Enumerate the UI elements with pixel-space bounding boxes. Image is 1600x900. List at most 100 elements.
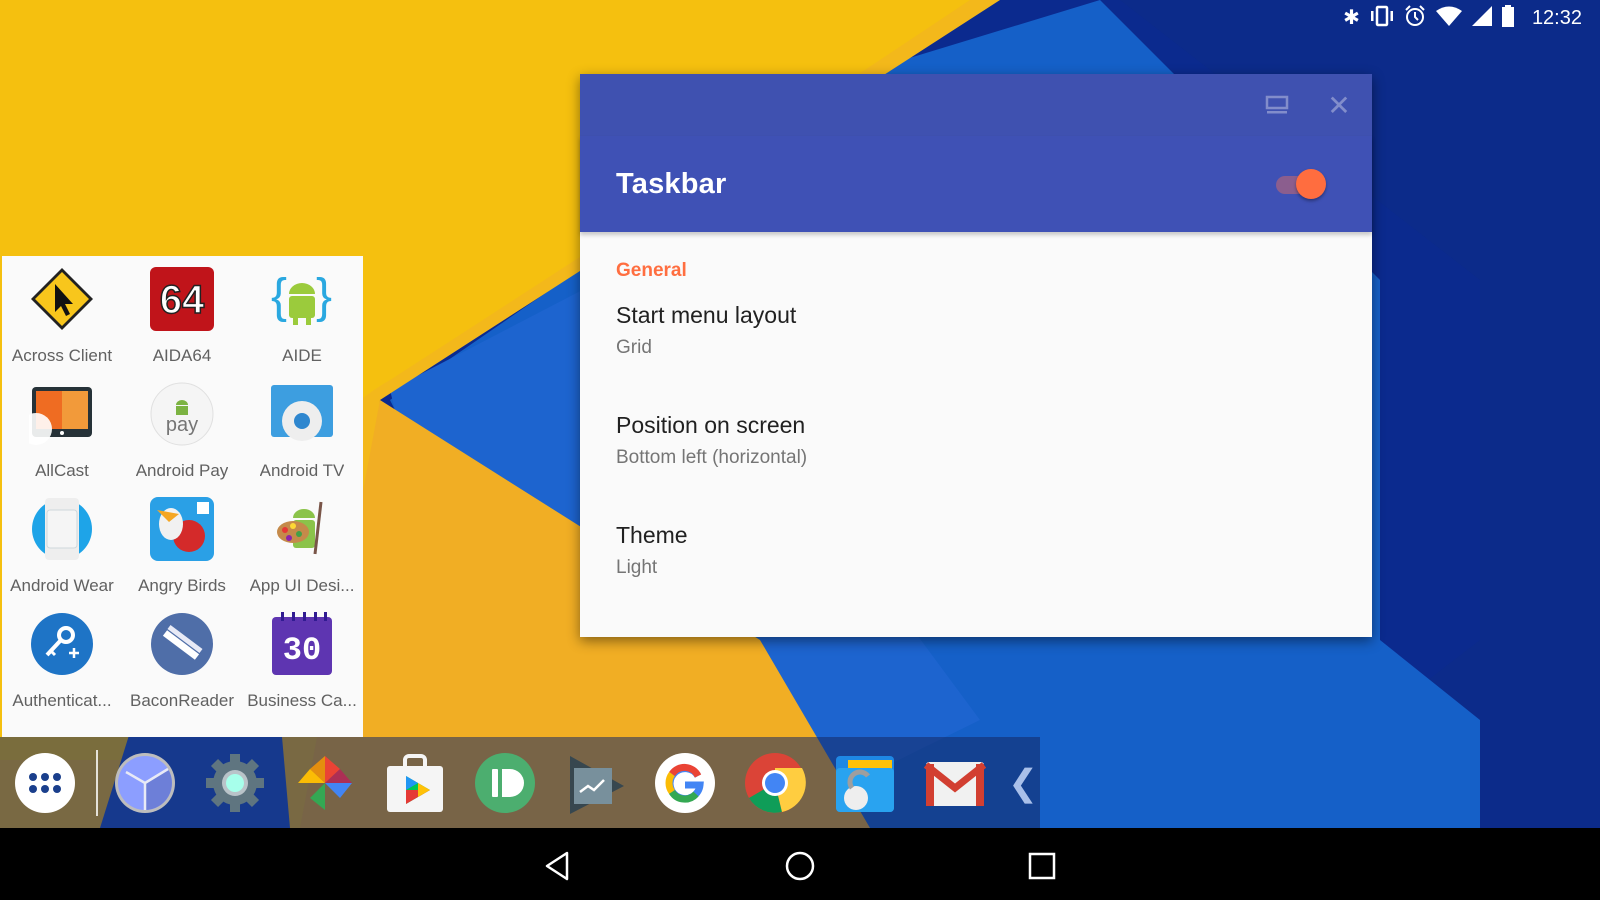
close-icon: ✕ <box>1327 89 1351 121</box>
cell-signal-icon <box>1471 6 1492 30</box>
app-label: BaconReader <box>130 691 234 710</box>
android-wear-icon <box>29 496 95 562</box>
app-label: Business Ca... <box>247 691 357 710</box>
recents-icon <box>1028 852 1056 880</box>
app-android-tv[interactable]: Android TV <box>242 381 362 496</box>
business-calendar-icon: 30 <box>269 611 335 677</box>
pref-start-menu-layout[interactable]: Start menu layout Grid <box>616 294 1336 404</box>
window-close-button[interactable]: ✕ <box>1324 89 1354 121</box>
taskbar-divider <box>96 749 98 816</box>
across-client-icon <box>29 266 95 332</box>
chrome-icon <box>745 752 806 813</box>
recents-button[interactable] <box>1022 846 1062 886</box>
google-icon <box>655 752 715 813</box>
settings-gear-icon <box>206 753 264 812</box>
battery-icon <box>1501 5 1514 31</box>
app-angry-birds[interactable]: Angry Birds <box>122 496 242 611</box>
svg-text:}: } <box>316 270 332 323</box>
app-label: Android TV <box>259 461 345 480</box>
aide-icon: {} <box>269 266 335 332</box>
alarm-icon <box>1404 5 1426 31</box>
svg-text:30: 30 <box>283 632 321 669</box>
back-button[interactable] <box>538 846 578 886</box>
app-android-pay[interactable]: pay Android Pay <box>122 381 242 496</box>
authenticator-icon <box>29 611 95 677</box>
preferences-list: General Start menu layout Grid Position … <box>580 232 1372 624</box>
bluetooth-icon: ✱ <box>1343 7 1360 29</box>
app-baconreader[interactable]: BaconReader <box>122 611 242 726</box>
taskbar: ❮ <box>0 737 1040 828</box>
allcast-icon <box>29 381 95 447</box>
svg-text:{: { <box>271 270 287 323</box>
clock-icon <box>115 752 175 813</box>
app-authenticator[interactable]: Authenticat... <box>2 611 122 726</box>
app-bar: Taskbar <box>580 136 1372 232</box>
app-aide[interactable]: {} AIDE <box>242 266 362 381</box>
app-label: AIDE <box>282 346 322 365</box>
android-pay-icon: pay <box>149 381 215 447</box>
svg-text:pay: pay <box>166 414 198 436</box>
taskbar-app-solid-explorer[interactable] <box>834 752 896 814</box>
app-label: AllCast <box>35 461 89 480</box>
app-aida64[interactable]: 64 AIDA64 <box>122 266 242 381</box>
pref-title: Start menu layout <box>616 302 797 328</box>
taskbar-app-play-console[interactable] <box>564 752 626 814</box>
app-ui-designer-icon <box>269 496 335 562</box>
pref-title: Position on screen <box>616 412 806 438</box>
pref-title: Theme <box>616 522 688 548</box>
app-android-wear[interactable]: Android Wear <box>2 496 122 611</box>
pref-theme[interactable]: Theme Light <box>616 514 1336 624</box>
app-label: Authenticat... <box>12 691 112 710</box>
taskbar-collapse-button[interactable]: ❮ <box>1008 762 1038 804</box>
status-bar: ✱ 12:32 <box>1343 0 1600 36</box>
app-label: Android Wear <box>10 576 114 595</box>
wifi-icon <box>1435 6 1462 30</box>
pref-summary: Light <box>616 557 658 578</box>
start-button[interactable] <box>14 752 76 814</box>
app-label: App UI Desi... <box>249 576 355 595</box>
app-business-calendar[interactable]: 30 Business Ca... <box>242 611 362 726</box>
taskbar-enable-switch[interactable] <box>1270 168 1326 200</box>
window-title-bar[interactable]: ✕ <box>580 74 1372 136</box>
app-drawer-icon <box>15 752 75 813</box>
taskbar-app-google[interactable] <box>654 752 716 814</box>
gmail-icon <box>924 761 986 806</box>
app-label: AIDA64 <box>152 346 212 365</box>
baconreader-icon <box>149 611 215 677</box>
taskbar-app-play-store[interactable] <box>384 752 446 814</box>
app-title: Taskbar <box>616 168 727 200</box>
taskbar-app-gmail[interactable] <box>924 752 986 814</box>
clock-time: 12:32 <box>1531 6 1582 29</box>
solid-explorer-icon <box>836 755 894 812</box>
app-label: Android Pay <box>135 461 229 480</box>
play-store-icon <box>387 753 443 812</box>
taskbar-app-photos[interactable] <box>294 752 356 814</box>
play-console-icon <box>570 755 624 814</box>
app-app-ui-designer[interactable]: App UI Desi... <box>242 496 362 611</box>
taskbar-app-pushbullet[interactable] <box>474 752 536 814</box>
navigation-bar <box>0 828 1600 900</box>
app-allcast[interactable]: AllCast <box>2 381 122 496</box>
app-label: Across Client <box>11 346 113 365</box>
start-menu: Across Client 64 AIDA64 {} AIDE AllCast … <box>2 256 363 737</box>
app-across-client[interactable]: Across Client <box>2 266 122 381</box>
switch-thumb <box>1296 169 1326 199</box>
angry-birds-icon <box>149 496 215 562</box>
pref-position-on-screen[interactable]: Position on screen Bottom left (horizont… <box>616 404 1336 514</box>
pushbullet-icon <box>475 752 535 813</box>
vibrate-icon <box>1370 5 1394 31</box>
aida64-icon: 64 <box>149 266 215 332</box>
google-photos-icon <box>298 755 352 810</box>
taskbar-app-settings[interactable] <box>204 752 266 814</box>
chevron-left-icon: ❮ <box>1008 761 1039 803</box>
window-minimize-button[interactable] <box>1262 90 1292 120</box>
pref-summary: Grid <box>616 337 652 358</box>
taskbar-app-clock[interactable] <box>114 752 176 814</box>
taskbar-settings-window: ✕ Taskbar General Start menu layout Grid… <box>580 74 1372 637</box>
pref-summary: Bottom left (horizontal) <box>616 447 808 468</box>
home-icon <box>785 851 815 881</box>
home-button[interactable] <box>780 846 820 886</box>
taskbar-app-chrome[interactable] <box>744 752 806 814</box>
category-general: General <box>616 260 687 281</box>
svg-text:64: 64 <box>160 278 205 322</box>
